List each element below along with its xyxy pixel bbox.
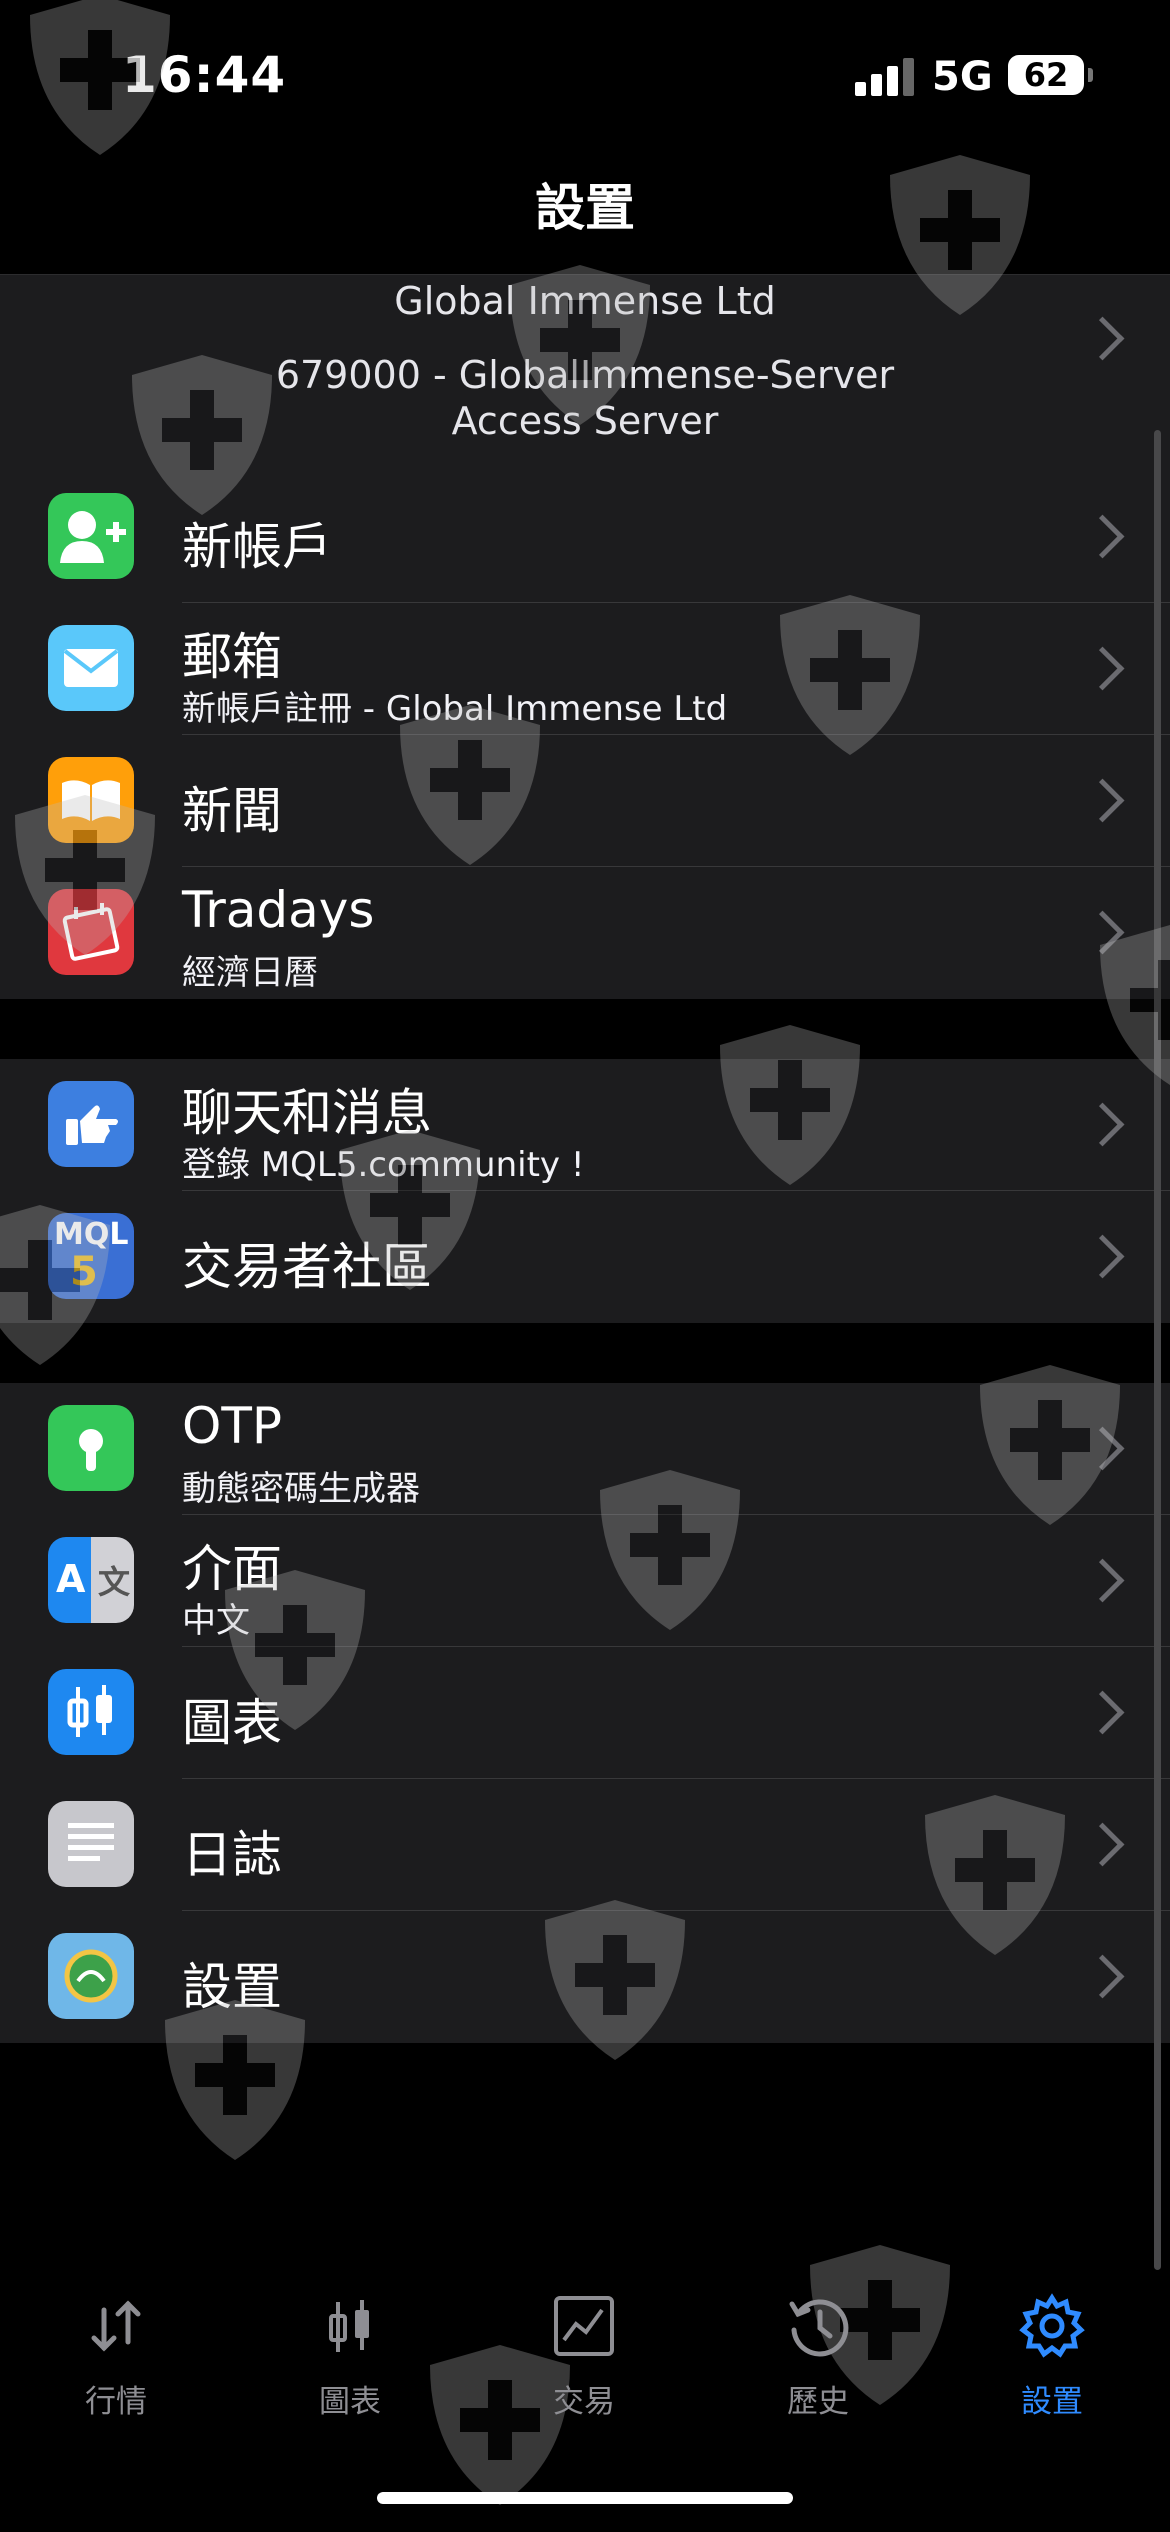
battery-tip: [1088, 68, 1093, 82]
pointing-hand-icon: [48, 1081, 134, 1167]
tab-label: 設置: [1021, 2384, 1083, 2420]
row-mailbox[interactable]: 郵箱 新帳戶註冊 - Global Immense Ltd: [0, 603, 1170, 735]
gear-icon: [1019, 2293, 1085, 2358]
row-title: 新聞: [182, 782, 282, 840]
account-login-server: 679000 - GlobalImmense-Server: [275, 353, 895, 397]
row-title: Tradays: [182, 881, 375, 939]
chevron-right-icon: [1080, 1558, 1125, 1603]
row-title: 交易者社區: [182, 1238, 432, 1296]
battery-icon: 62: [1008, 55, 1084, 95]
tab-settings[interactable]: 設置: [962, 2290, 1142, 2430]
section-community: 聊天和消息 登錄 MQL5.community ! MQL 5 交易者社區: [0, 1059, 1170, 1323]
signal-strength-icon: [855, 58, 915, 96]
row-subtitle: 經濟日曆: [182, 953, 318, 993]
chevron-right-icon: [1080, 778, 1125, 823]
history-clock-icon: [789, 2299, 849, 2357]
chevron-right-icon: [1080, 1102, 1125, 1147]
chevron-right-icon: [1080, 1426, 1125, 1471]
chevron-right-icon: [1080, 1234, 1125, 1279]
row-journal[interactable]: 日誌: [0, 1779, 1170, 1911]
mql5-icon: MQL 5: [48, 1213, 134, 1299]
tab-bar: 行情 圖表 交易 歷史 設置: [0, 2290, 1170, 2430]
row-title: 聊天和消息: [182, 1084, 432, 1142]
chevron-right-icon: [1080, 1822, 1125, 1867]
tab-label: 歷史: [787, 2384, 849, 2420]
row-tradays[interactable]: Tradays 經濟日曆: [0, 867, 1170, 999]
tab-label: 交易: [553, 2384, 615, 2420]
status-time: 16:44: [122, 46, 287, 104]
scrollbar[interactable]: [1154, 430, 1161, 2270]
row-title: 日誌: [182, 1826, 282, 1884]
row-chat-messages[interactable]: 聊天和消息 登錄 MQL5.community !: [0, 1059, 1170, 1191]
tab-label: 圖表: [319, 2384, 381, 2420]
tab-trade[interactable]: 交易: [494, 2290, 674, 2430]
translate-icon-letter: A: [56, 1557, 86, 1601]
row-settings[interactable]: 設置: [0, 1911, 1170, 2043]
row-interface[interactable]: A 文 介面 中文: [0, 1515, 1170, 1647]
chevron-right-icon: [1080, 514, 1125, 559]
row-title: 圖表: [182, 1694, 282, 1752]
account-server-type: Access Server: [451, 399, 719, 443]
row-traders-community[interactable]: MQL 5 交易者社區: [0, 1191, 1170, 1323]
add-user-icon: [48, 493, 134, 579]
chevron-right-icon: [1080, 910, 1125, 955]
section-settings: OTP 動態密碼生成器 A 文 介面 中文 圖表 日誌 設置: [0, 1383, 1170, 2043]
row-charts[interactable]: 圖表: [0, 1647, 1170, 1779]
row-new-account[interactable]: 新帳戶: [0, 471, 1170, 603]
battery-level: 62: [1023, 56, 1069, 94]
tab-history[interactable]: 歷史: [728, 2290, 908, 2430]
row-news[interactable]: 新聞: [0, 735, 1170, 867]
metatrader-logo-icon: [48, 1933, 134, 2019]
section-account-tools: 新帳戶 郵箱 新帳戶註冊 - Global Immense Ltd 新聞 Tra…: [0, 471, 1170, 999]
candlestick-icon: [48, 1669, 134, 1755]
document-lines-icon: [48, 1801, 134, 1887]
row-subtitle: 登錄 MQL5.community !: [182, 1145, 585, 1185]
row-title: 設置: [182, 1958, 282, 2016]
row-title: 介面: [182, 1540, 282, 1598]
row-subtitle: 新帳戶註冊 - Global Immense Ltd: [182, 689, 728, 729]
chevron-right-icon: [1080, 646, 1125, 691]
row-subtitle: 動態密碼生成器: [182, 1469, 420, 1509]
tab-quotes[interactable]: 行情: [26, 2290, 206, 2430]
book-icon: [48, 757, 134, 843]
status-bar: 16:44 5G 62: [0, 0, 1170, 150]
mail-icon: [48, 625, 134, 711]
trade-chart-icon: [554, 2296, 614, 2356]
chevron-right-icon: [1080, 1954, 1125, 1999]
tab-label: 行情: [85, 2384, 147, 2420]
keyhole-icon: [48, 1405, 134, 1491]
row-title: 郵箱: [182, 628, 282, 686]
page-title: 設置: [535, 179, 635, 237]
mql5-icon-text: MQL: [54, 1217, 129, 1252]
account-company: Global Immense Ltd: [394, 279, 776, 323]
row-otp[interactable]: OTP 動態密碼生成器: [0, 1383, 1170, 1515]
chevron-right-icon: [1080, 1690, 1125, 1735]
network-type: 5G: [932, 54, 993, 100]
home-indicator: [377, 2492, 793, 2504]
row-subtitle: 中文: [182, 1601, 250, 1641]
translate-icon: A 文: [48, 1537, 134, 1623]
account-card[interactable]: Global Immense Ltd 679000 - GlobalImmens…: [0, 274, 1170, 471]
row-title: 新帳戶: [182, 518, 332, 576]
calendar-icon: [48, 889, 134, 975]
tab-charts[interactable]: 圖表: [260, 2290, 440, 2430]
quotes-arrows-icon: [91, 2300, 141, 2352]
row-title: OTP: [182, 1397, 283, 1455]
chart-candles-icon: [329, 2300, 369, 2352]
